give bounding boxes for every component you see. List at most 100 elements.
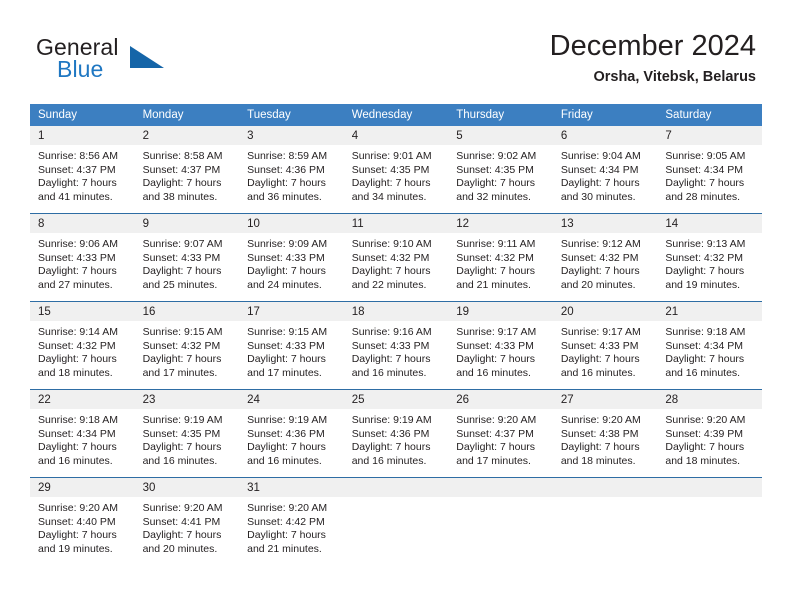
daylight-text-line2: and 16 minutes. — [665, 366, 741, 379]
daylight-text-line2: and 21 minutes. — [247, 542, 322, 555]
calendar-day-cell[interactable]: 25 Sunrise: 9:19 AM Sunset: 4:36 PM Dayligh… — [343, 389, 449, 478]
calendar-grid: Sunday Monday Tuesday Wednesday Thursday… — [30, 104, 762, 565]
calendar-day-cell[interactable]: 14 Sunrise: 9:13 AM Sunset: 4:32 PM Dayligh… — [657, 213, 762, 302]
calendar-day-cell-empty — [448, 477, 553, 565]
daylight-text-line2: and 16 minutes. — [142, 454, 218, 467]
calendar-day-cell[interactable]: 16 Sunrise: 9:15 AM Sunset: 4:32 PM Dayligh… — [134, 301, 240, 390]
sunset-text: Sunset: 4:40 PM — [38, 515, 116, 528]
calendar-day-cell[interactable]: 24 Sunrise: 9:19 AM Sunset: 4:36 PM Dayligh… — [239, 389, 344, 478]
sunrise-text: Sunrise: 9:05 AM — [665, 150, 746, 162]
daylight-text-line1: Daylight: 7 hours — [456, 265, 536, 278]
daylight-text-line2: and 16 minutes. — [351, 366, 427, 379]
calendar-day-cell[interactable]: 31 Sunrise: 9:20 AM Sunset: 4:42 PM Dayligh… — [239, 477, 344, 565]
day-details: Sunrise: 9:19 AM Sunset: 4:36 PM Daylight:… — [344, 409, 449, 468]
daylight-text-line1: Daylight: 7 hours — [247, 441, 326, 454]
day-number: 5 — [448, 126, 553, 145]
day-number: 22 — [30, 390, 135, 409]
day-details: Sunrise: 9:01 AM Sunset: 4:35 PM Daylight:… — [344, 145, 449, 204]
calendar-day-cell[interactable]: 5 Sunrise: 9:02 AM Sunset: 4:35 PM Daylight… — [448, 126, 553, 214]
calendar-day-cell[interactable]: 2 Sunrise: 8:58 AM Sunset: 4:37 PM Daylight… — [134, 126, 240, 214]
daylight-text-line2: and 32 minutes. — [456, 190, 531, 203]
day-number: 11 — [343, 214, 449, 233]
calendar-day-cell[interactable]: 18 Sunrise: 9:16 AM Sunset: 4:33 PM Dayligh… — [343, 301, 449, 390]
day-cell-inner: 15 Sunrise: 9:14 AM Sunset: 4:32 PM Dayligh… — [30, 302, 135, 389]
daylight-text-line2: and 38 minutes. — [142, 190, 218, 203]
day-number: 31 — [239, 478, 344, 497]
day-cell-inner: 7 Sunrise: 9:05 AM Sunset: 4:34 PM Daylight… — [657, 126, 762, 213]
daylight-text-line2: and 16 minutes. — [247, 454, 322, 467]
calendar-day-cell[interactable]: 1 Sunrise: 8:56 AM Sunset: 4:37 PM Daylight… — [30, 126, 135, 214]
calendar-day-cell[interactable]: 8 Sunrise: 9:06 AM Sunset: 4:33 PM Daylight… — [30, 213, 135, 302]
sunrise-text: Sunrise: 9:19 AM — [351, 414, 432, 426]
day-number: 15 — [30, 302, 135, 321]
daylight-text-line2: and 16 minutes. — [38, 454, 113, 467]
calendar-day-cell[interactable]: 23 Sunrise: 9:19 AM Sunset: 4:35 PM Dayligh… — [134, 389, 240, 478]
day-details — [657, 497, 762, 502]
sunset-text: Sunset: 4:32 PM — [560, 251, 639, 264]
calendar-day-cell[interactable]: 11 Sunrise: 9:10 AM Sunset: 4:32 PM Dayligh… — [343, 213, 449, 302]
daylight-text-line1: Daylight: 7 hours — [560, 353, 640, 366]
calendar-day-cell[interactable]: 9 Sunrise: 9:07 AM Sunset: 4:33 PM Daylight… — [134, 213, 240, 302]
day-number: 6 — [552, 126, 658, 145]
calendar-day-cell[interactable]: 6 Sunrise: 9:04 AM Sunset: 4:34 PM Daylight… — [552, 126, 658, 214]
day-cell-inner: 29 Sunrise: 9:20 AM Sunset: 4:40 PM Dayligh… — [30, 478, 135, 565]
sunrise-text: Sunrise: 9:07 AM — [142, 238, 223, 250]
daylight-text-line1: Daylight: 7 hours — [351, 265, 431, 278]
daylight-text-line2: and 20 minutes. — [560, 278, 636, 291]
daylight-text-line2: and 18 minutes. — [38, 366, 113, 379]
daylight-text-line2: and 17 minutes. — [456, 454, 531, 467]
daylight-text-line2: and 16 minutes. — [456, 366, 531, 379]
sunset-text: Sunset: 4:32 PM — [142, 339, 221, 352]
sunset-text: Sunset: 4:42 PM — [247, 515, 325, 528]
daylight-text-line2: and 19 minutes. — [38, 542, 113, 555]
calendar-day-cell-empty — [657, 477, 762, 565]
day-details: Sunrise: 9:06 AM Sunset: 4:33 PM Daylight:… — [30, 233, 135, 292]
day-number: 19 — [448, 302, 553, 321]
calendar-day-cell[interactable]: 30 Sunrise: 9:20 AM Sunset: 4:41 PM Dayligh… — [134, 477, 240, 565]
calendar-day-cell[interactable]: 29 Sunrise: 9:20 AM Sunset: 4:40 PM Dayligh… — [30, 477, 135, 565]
day-cell-inner: 20 Sunrise: 9:17 AM Sunset: 4:33 PM Dayligh… — [552, 302, 658, 389]
calendar-day-cell[interactable]: 3 Sunrise: 8:59 AM Sunset: 4:36 PM Daylight… — [239, 126, 344, 214]
day-cell-inner: 13 Sunrise: 9:12 AM Sunset: 4:32 PM Dayligh… — [552, 214, 658, 301]
calendar-day-cell[interactable]: 13 Sunrise: 9:12 AM Sunset: 4:32 PM Dayligh… — [552, 213, 658, 302]
sunset-text: Sunset: 4:39 PM — [665, 427, 744, 440]
day-number: 8 — [30, 214, 135, 233]
calendar-day-cell[interactable]: 10 Sunrise: 9:09 AM Sunset: 4:33 PM Dayligh… — [239, 213, 344, 302]
day-number — [448, 478, 553, 497]
calendar-day-cell[interactable]: 19 Sunrise: 9:17 AM Sunset: 4:33 PM Dayligh… — [448, 301, 553, 390]
day-details: Sunrise: 9:12 AM Sunset: 4:32 PM Daylight:… — [553, 233, 658, 292]
sunrise-text: Sunrise: 9:20 AM — [456, 414, 537, 426]
calendar-day-cell[interactable]: 12 Sunrise: 9:11 AM Sunset: 4:32 PM Dayligh… — [448, 213, 553, 302]
sunrise-text: Sunrise: 9:10 AM — [351, 238, 432, 250]
calendar-day-cell[interactable]: 26 Sunrise: 9:20 AM Sunset: 4:37 PM Dayligh… — [448, 389, 553, 478]
day-number: 17 — [239, 302, 344, 321]
day-cell-inner: 30 Sunrise: 9:20 AM Sunset: 4:41 PM Dayligh… — [134, 478, 240, 565]
page-subtitle: Orsha, Vitebsk, Belarus — [593, 69, 756, 85]
weekday-header-monday: Monday — [134, 104, 240, 126]
calendar-day-cell[interactable]: 15 Sunrise: 9:14 AM Sunset: 4:32 PM Dayligh… — [30, 301, 135, 390]
weekday-header-wednesday: Wednesday — [343, 104, 449, 126]
calendar-day-cell[interactable]: 4 Sunrise: 9:01 AM Sunset: 4:35 PM Daylight… — [343, 126, 449, 214]
calendar-day-cell[interactable]: 21 Sunrise: 9:18 AM Sunset: 4:34 PM Dayligh… — [657, 301, 762, 390]
daylight-text-line1: Daylight: 7 hours — [38, 177, 117, 190]
sunrise-text: Sunrise: 9:01 AM — [351, 150, 432, 162]
day-number: 21 — [657, 302, 762, 321]
day-cell-inner: 9 Sunrise: 9:07 AM Sunset: 4:33 PM Daylight… — [134, 214, 240, 301]
day-number: 29 — [30, 478, 135, 497]
sunset-text: Sunset: 4:37 PM — [142, 163, 221, 176]
calendar-day-cell[interactable]: 28 Sunrise: 9:20 AM Sunset: 4:39 PM Dayligh… — [657, 389, 762, 478]
sunset-text: Sunset: 4:33 PM — [351, 339, 430, 352]
sunset-text: Sunset: 4:33 PM — [560, 339, 639, 352]
day-number — [657, 478, 762, 497]
calendar-day-cell[interactable]: 7 Sunrise: 9:05 AM Sunset: 4:34 PM Daylight… — [657, 126, 762, 214]
calendar-day-cell[interactable]: 27 Sunrise: 9:20 AM Sunset: 4:38 PM Dayligh… — [552, 389, 658, 478]
calendar-day-cell[interactable]: 22 Sunrise: 9:18 AM Sunset: 4:34 PM Dayligh… — [30, 389, 135, 478]
sunset-text: Sunset: 4:33 PM — [247, 251, 325, 264]
weekday-header-thursday: Thursday — [448, 104, 553, 126]
calendar-day-cell[interactable]: 17 Sunrise: 9:15 AM Sunset: 4:33 PM Dayligh… — [239, 301, 344, 390]
calendar-day-cell[interactable]: 20 Sunrise: 9:17 AM Sunset: 4:33 PM Dayligh… — [552, 301, 658, 390]
day-details: Sunrise: 9:16 AM Sunset: 4:33 PM Daylight:… — [344, 321, 449, 380]
day-cell-inner: 2 Sunrise: 8:58 AM Sunset: 4:37 PM Daylight… — [134, 126, 240, 213]
daylight-text-line1: Daylight: 7 hours — [142, 441, 222, 454]
general-blue-logo[interactable]: General Blue — [36, 34, 236, 92]
